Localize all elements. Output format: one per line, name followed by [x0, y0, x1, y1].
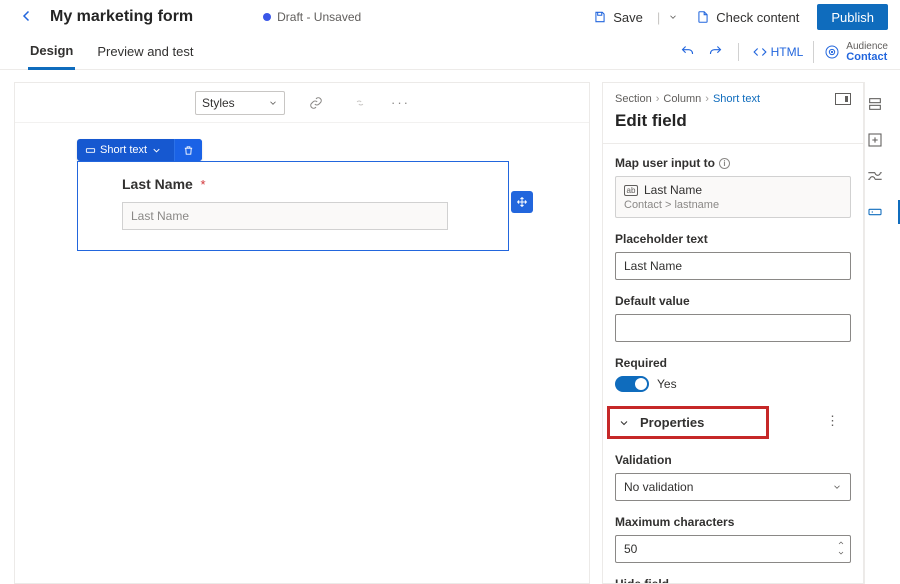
canvas-more-menu[interactable]: ··· [391, 95, 410, 110]
audience-button[interactable]: Audience Contact [813, 41, 888, 63]
publish-button-label: Publish [831, 10, 874, 25]
toolbar-divider [738, 43, 739, 61]
field-type-icon: ab [624, 185, 638, 196]
maxchars-step-up[interactable] [836, 538, 846, 548]
rail-field-icon[interactable] [865, 202, 885, 222]
move-handle[interactable] [511, 191, 533, 213]
redo-button[interactable] [702, 38, 730, 66]
properties-section-label: Properties [640, 415, 704, 430]
properties-panel: Section › Column › Short text Edit field… [602, 82, 864, 584]
save-split-separator: | [657, 10, 660, 25]
link-tool-icon[interactable] [303, 90, 329, 116]
maxchars-step-down[interactable] [836, 548, 846, 558]
default-value-input[interactable] [615, 314, 851, 342]
breadcrumb: Section › Column › Short text [603, 83, 863, 105]
check-content-button[interactable]: Check content [688, 4, 807, 30]
audience-top-label: Audience [846, 41, 888, 52]
save-button[interactable]: Save [585, 4, 651, 30]
page-title: My marketing form [50, 8, 193, 26]
panel-title: Edit field [603, 105, 863, 144]
selection-delete-button[interactable] [174, 139, 202, 161]
field-label: Last Name [122, 176, 193, 192]
rail-settings-icon[interactable] [865, 166, 885, 186]
placeholder-label: Placeholder text [615, 232, 851, 246]
status-dot-icon [263, 13, 271, 21]
required-label: Required [615, 356, 851, 370]
check-content-label: Check content [716, 10, 799, 25]
rail-elements-icon[interactable] [865, 94, 885, 114]
map-field-name: Last Name [644, 183, 702, 197]
map-input-box[interactable]: ab Last Name Contact > lastname [615, 176, 851, 218]
right-rail [864, 82, 900, 584]
styles-dropdown[interactable]: Styles [195, 91, 285, 115]
styles-dropdown-label: Styles [202, 96, 235, 110]
selection-chip[interactable]: Short text [77, 139, 202, 161]
properties-more-menu[interactable]: ⋮ [826, 413, 839, 429]
panel-layout-icon[interactable] [835, 93, 851, 105]
maxchars-label: Maximum characters [615, 515, 851, 529]
audience-bottom-label: Contact [846, 52, 888, 63]
html-view-button[interactable]: HTML [753, 45, 804, 59]
selection-chip-label: Short text [100, 144, 147, 156]
breadcrumb-section[interactable]: Section [615, 93, 652, 105]
status-text: Draft - Unsaved [277, 10, 361, 24]
default-value-label: Default value [615, 294, 851, 308]
save-button-label: Save [613, 10, 643, 25]
placeholder-input[interactable] [615, 252, 851, 280]
tab-design[interactable]: Design [28, 34, 75, 70]
map-field-path: Contact > lastname [624, 199, 842, 211]
validation-label: Validation [615, 453, 851, 467]
undo-button[interactable] [674, 38, 702, 66]
validation-value: No validation [624, 480, 693, 494]
breadcrumb-current: Short text [713, 93, 760, 105]
validation-select[interactable]: No validation [615, 473, 851, 501]
map-input-label: Map user input to [615, 156, 715, 170]
required-value: Yes [657, 377, 677, 391]
required-toggle[interactable] [615, 376, 649, 392]
breadcrumb-column[interactable]: Column [663, 93, 701, 105]
html-view-label: HTML [771, 45, 804, 59]
back-arrow-icon[interactable] [18, 7, 36, 28]
properties-section-header[interactable]: Properties [607, 406, 769, 439]
unlink-tool-icon [347, 90, 373, 116]
field-input-preview: Last Name [122, 202, 448, 230]
tab-preview[interactable]: Preview and test [95, 34, 195, 70]
publish-button[interactable]: Publish [817, 4, 888, 30]
design-canvas[interactable]: Styles ··· Short text [14, 82, 590, 584]
hide-field-label: Hide field [615, 577, 851, 583]
rail-add-icon[interactable] [865, 130, 885, 150]
info-icon[interactable]: i [719, 158, 730, 169]
selected-field-box[interactable]: Last Name * Last Name [77, 161, 509, 251]
save-menu-chevron[interactable] [666, 10, 678, 25]
required-star-icon: * [200, 177, 205, 192]
maxchars-input[interactable]: 50 [615, 535, 851, 563]
maxchars-value: 50 [624, 542, 637, 556]
